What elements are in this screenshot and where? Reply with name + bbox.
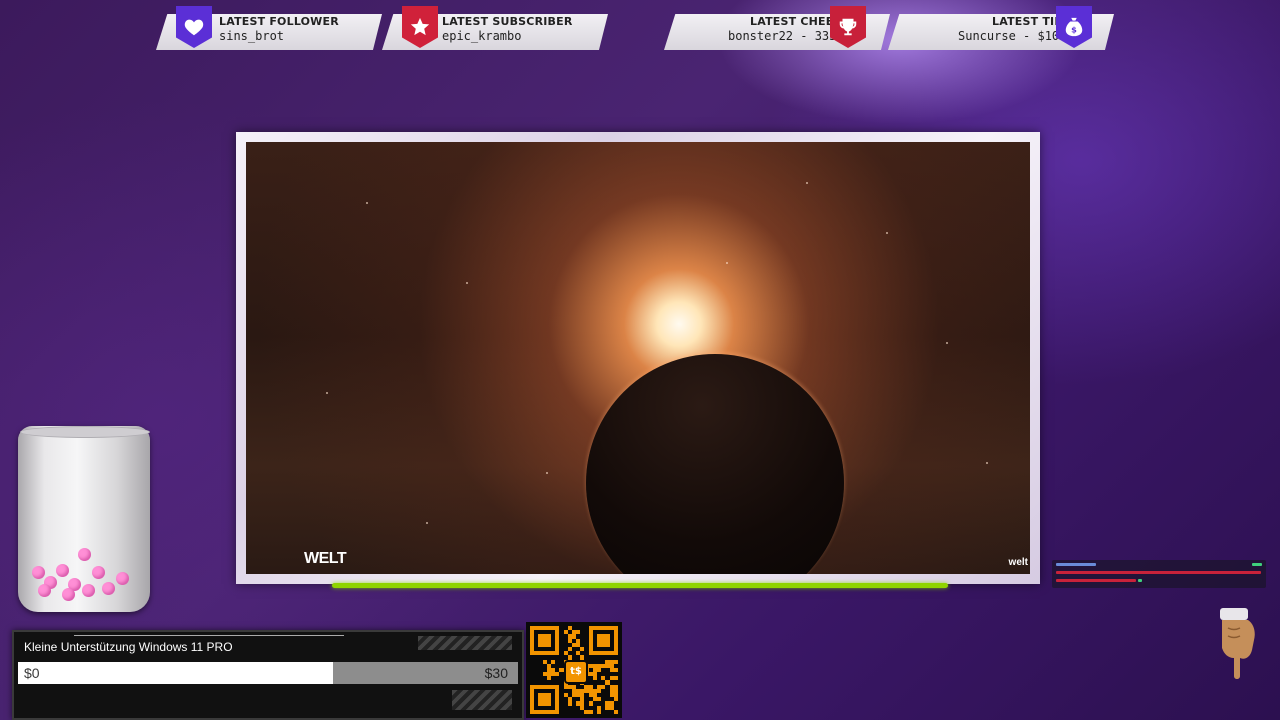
latest-follower-widget: LATEST FOLLOWER sins_brot (156, 6, 382, 50)
goal-decoration-bottom (452, 690, 512, 710)
heart-token (116, 572, 129, 585)
goal-title: Kleine Unterstützung Windows 11 PRO (24, 640, 233, 654)
follower-title: LATEST FOLLOWER (219, 15, 339, 28)
pointing-hand-icon (1218, 606, 1260, 682)
tip-value: Suncurse - $10 (958, 29, 1060, 43)
tip-title: LATEST TIP (992, 15, 1063, 28)
cheer-value: bonster22 - 333 (728, 29, 837, 43)
latest-subscriber-widget: LATEST SUBSCRIBER epic_krambo (382, 6, 608, 50)
video-progress-bar (332, 583, 948, 588)
svg-text:$: $ (1071, 25, 1077, 35)
goal-end-label: $30 (484, 665, 508, 681)
goal-decoration (418, 636, 512, 650)
donation-goal-widget: Kleine Unterstützung Windows 11 PRO $0 $… (12, 630, 524, 720)
heart-token (92, 566, 105, 579)
welt-watermark: WELT (304, 550, 347, 567)
heart-token (62, 588, 75, 601)
goal-progress-track: $0 $30 (18, 662, 518, 684)
follower-name: sins_brot (219, 29, 285, 43)
video-player[interactable]: WELT welt (246, 142, 1030, 574)
chat-overlay (1052, 560, 1266, 588)
goal-start-label: $0 (24, 665, 40, 681)
heart-token (32, 566, 45, 579)
heart-token (56, 564, 69, 577)
goal-progress-fill (18, 662, 333, 684)
video-player-frame: WELT welt (236, 132, 1040, 584)
heart-token (38, 584, 51, 597)
latest-cheer-widget: LATEST CHEER bonster22 - 333 (664, 6, 890, 50)
subscriber-title: LATEST SUBSCRIBER (442, 15, 573, 28)
heart-token (102, 582, 115, 595)
planet-silhouette (586, 354, 844, 574)
qr-code[interactable]: t$ (526, 622, 622, 718)
heart-token (78, 548, 91, 561)
cheer-title: LATEST CHEER (750, 15, 843, 28)
heart-token (82, 584, 95, 597)
welt-watermark-small: welt (1008, 557, 1028, 568)
tipeee-logo-icon: t$ (564, 660, 588, 684)
subscriber-name: epic_krambo (442, 29, 522, 43)
tip-jar (18, 426, 150, 612)
latest-tip-widget: LATEST TIP Suncurse - $10 $ (888, 6, 1114, 50)
